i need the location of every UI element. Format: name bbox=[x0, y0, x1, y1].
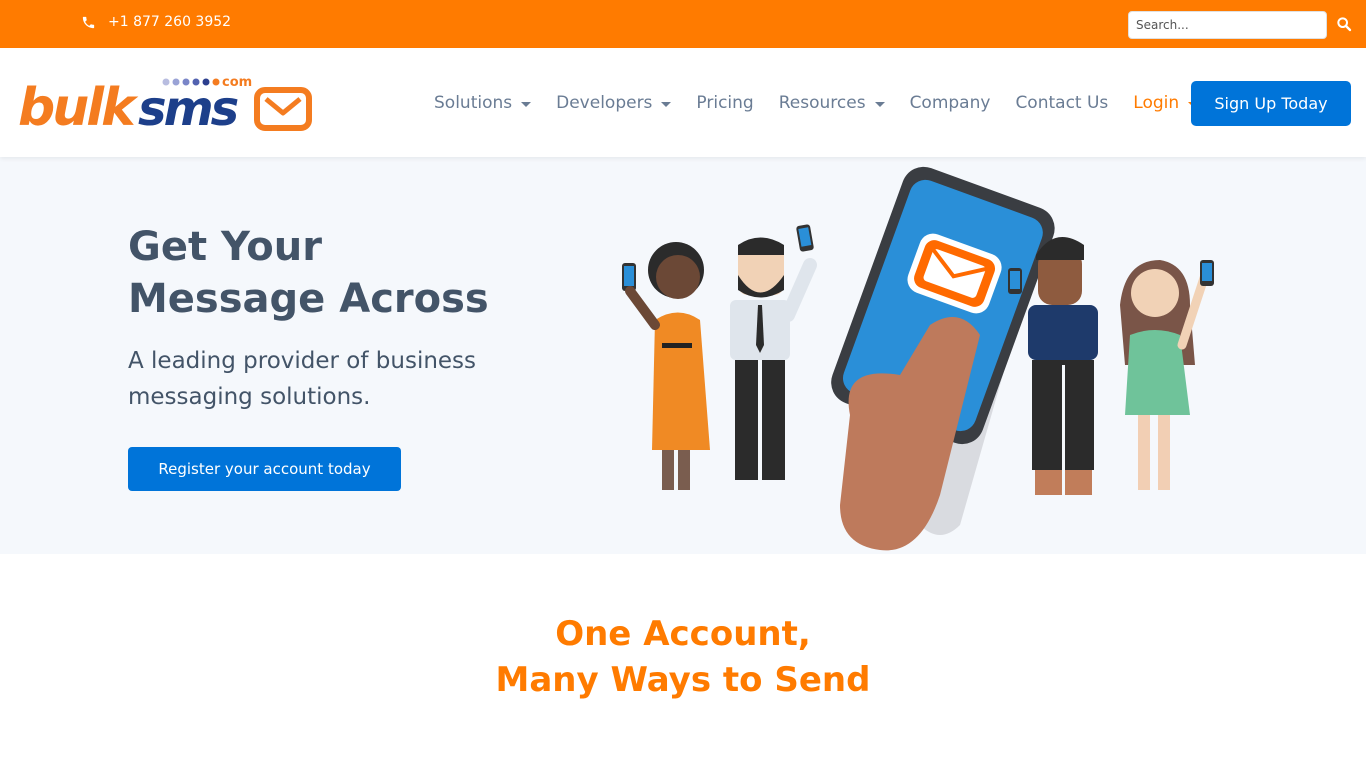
register-button[interactable]: Register your account today bbox=[128, 447, 401, 491]
hero-subtitle: A leading provider of business messaging… bbox=[128, 348, 477, 410]
person-woman-orange bbox=[622, 242, 710, 490]
svg-text:bulk: bulk bbox=[18, 78, 139, 133]
nav-login[interactable]: Login bbox=[1133, 93, 1199, 113]
chevron-down-icon bbox=[661, 101, 672, 107]
top-bar: +1 877 260 3952 bbox=[0, 0, 1366, 48]
nav-solutions[interactable]: Solutions bbox=[434, 93, 532, 113]
person-man-beard bbox=[730, 224, 817, 480]
bulksms-logo[interactable]: bulk sms com bbox=[14, 73, 314, 133]
hero-title: Get Your Message Across bbox=[128, 224, 489, 322]
main-nav: Solutions Developers Pricing Resources C… bbox=[434, 93, 1223, 113]
sign-up-button[interactable]: Sign Up Today bbox=[1191, 81, 1351, 126]
nav-pricing[interactable]: Pricing bbox=[696, 93, 753, 113]
nav-resources[interactable]: Resources bbox=[779, 93, 885, 113]
phone-icon bbox=[82, 16, 95, 28]
search-input[interactable] bbox=[1128, 11, 1327, 39]
main-header: bulk sms com Solutions Developers Pricin… bbox=[0, 48, 1366, 157]
chevron-down-icon bbox=[874, 101, 885, 107]
phone-number: +1 877 260 3952 bbox=[108, 14, 232, 30]
section-heading: One Account, Many Ways to Send bbox=[495, 614, 871, 700]
svg-text:com: com bbox=[222, 75, 252, 90]
nav-company[interactable]: Company bbox=[910, 93, 991, 113]
hero-illustration bbox=[622, 166, 1214, 551]
search-icon[interactable] bbox=[1336, 15, 1352, 33]
person-man-navy bbox=[1008, 237, 1098, 495]
hero-section: Get Your Message Across A leading provid… bbox=[0, 157, 1366, 554]
nav-developers[interactable]: Developers bbox=[556, 93, 672, 113]
phone-contact[interactable]: +1 877 260 3952 bbox=[81, 14, 231, 30]
nav-contact-us[interactable]: Contact Us bbox=[1015, 93, 1108, 113]
chevron-down-icon bbox=[521, 101, 532, 107]
person-woman-green bbox=[1120, 260, 1214, 490]
